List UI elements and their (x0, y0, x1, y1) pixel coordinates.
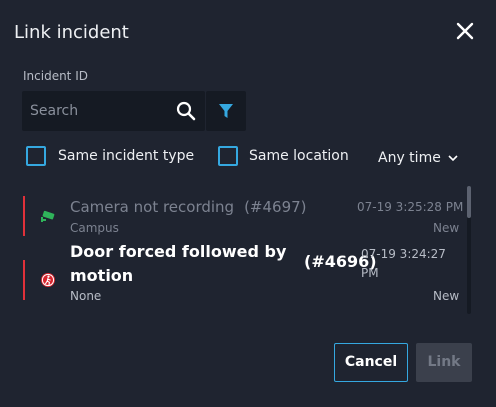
time-range-label: Any time (378, 150, 441, 166)
intrusion-icon (41, 273, 55, 287)
incident-row[interactable]: Camera not recording (#4697) Campus 07-19… (0, 190, 470, 236)
incident-id-label: Incident ID (23, 69, 88, 83)
search-input[interactable] (30, 91, 170, 131)
filter-button[interactable] (206, 91, 246, 131)
incident-location: Campus (70, 221, 119, 235)
priority-indicator (23, 196, 25, 236)
time-range-dropdown[interactable]: Any time (378, 150, 458, 166)
incident-status: New (433, 289, 460, 303)
incident-list: Camera not recording (#4697) Campus 07-19… (0, 190, 474, 314)
cancel-button[interactable]: Cancel (334, 343, 408, 382)
same-incident-type-label: Same incident type (58, 148, 195, 164)
search-icon[interactable] (176, 101, 196, 121)
priority-indicator (23, 260, 25, 300)
incident-number: (#4697) (244, 198, 307, 216)
chevron-down-icon (448, 155, 458, 162)
link-incident-dialog: Link incident Incident ID Same incident … (0, 0, 496, 407)
incident-datetime: 07-19 3:24:27 PM (361, 247, 446, 280)
same-location-label: Same location (249, 148, 349, 164)
search-field (22, 91, 205, 131)
same-location-checkbox[interactable] (218, 146, 238, 166)
camera-icon (41, 210, 55, 222)
close-icon (456, 22, 474, 40)
link-button[interactable]: Link (416, 343, 472, 382)
same-incident-type-checkbox[interactable] (26, 146, 46, 166)
incident-status: New (433, 221, 460, 235)
incident-row[interactable]: Door forced followed by motion (#4696) N… (0, 236, 470, 306)
close-button[interactable] (455, 21, 475, 41)
incident-location: None (70, 289, 102, 303)
scrollbar-thumb[interactable] (467, 186, 471, 218)
incident-datetime: 07-19 3:25:28 PM (357, 200, 464, 214)
incident-name: Camera not recording (#4697) (70, 198, 307, 216)
list-scrollbar[interactable] (467, 186, 471, 314)
incident-title: Door forced followed by motion (70, 242, 287, 285)
filter-icon (219, 104, 233, 118)
incident-title: Camera not recording (70, 198, 235, 216)
dialog-title: Link incident (14, 22, 129, 43)
